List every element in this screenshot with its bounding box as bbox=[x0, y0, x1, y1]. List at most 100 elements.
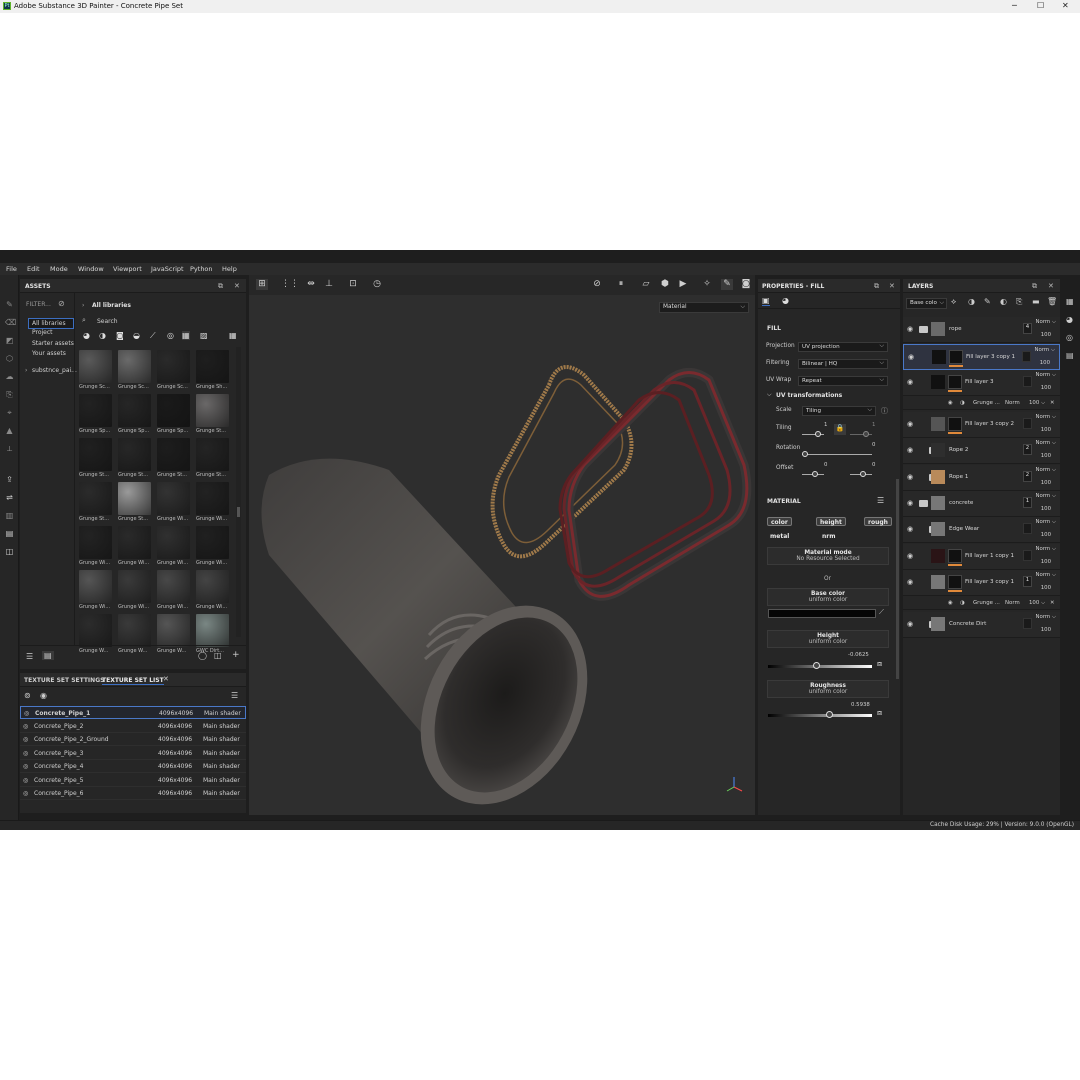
grid-view-icon[interactable]: ▦ bbox=[229, 331, 237, 340]
material-tab-icon[interactable]: ◕ bbox=[782, 296, 789, 305]
layer-opacity[interactable]: 100 bbox=[1040, 360, 1050, 366]
folder-icon[interactable] bbox=[919, 500, 928, 507]
library-all[interactable]: All libraries bbox=[28, 318, 74, 329]
filter-label[interactable]: FILTER... bbox=[26, 301, 51, 308]
layer-blend-mode[interactable]: Norm ⌵ bbox=[1035, 372, 1056, 379]
layer-visibility-icon[interactable]: ◉ bbox=[907, 499, 913, 507]
log-icon[interactable]: ▤ bbox=[1066, 351, 1074, 360]
add-fill-layer-icon[interactable]: ◐ bbox=[1000, 297, 1007, 306]
layer-visibility-icon[interactable]: ◉ bbox=[907, 525, 913, 533]
texture-set-visibility-icon[interactable]: ◎ bbox=[23, 723, 28, 730]
asset-thumbnail[interactable] bbox=[79, 526, 112, 559]
effect-sublayer-row[interactable]: ◉ ◑ Grunge ... Norm 100 ⌵ ✕ bbox=[903, 597, 1060, 610]
texture-set-visibility-icon[interactable]: ◎ bbox=[23, 763, 28, 770]
texture-set-row[interactable]: ◎ Concrete_Pipe_4 4096x4096 Main shader bbox=[20, 760, 246, 773]
asset-thumbnail[interactable] bbox=[157, 614, 190, 647]
folder-icon[interactable] bbox=[919, 326, 928, 333]
height-slider[interactable] bbox=[768, 662, 872, 669]
layer-blend-mode[interactable]: Norm ⌵ bbox=[1035, 546, 1056, 553]
shader-settings-icon[interactable]: ◕ bbox=[1066, 315, 1073, 324]
paint-mode-icon[interactable]: ✎ bbox=[721, 279, 733, 290]
shelf-view-icon[interactable]: ▤ bbox=[42, 651, 54, 660]
filter-filter-icon[interactable]: ◒ bbox=[133, 331, 140, 340]
symmetry-icon[interactable]: ⇹ bbox=[305, 279, 317, 290]
menu-file[interactable]: File bbox=[6, 265, 17, 273]
roughness-link-icon[interactable]: ⧈ bbox=[877, 708, 882, 718]
asset-thumbnail[interactable] bbox=[79, 394, 112, 427]
layer-row[interactable]: ◉ Fill layer 3 copy 2 Norm ⌵ 100 bbox=[903, 412, 1060, 438]
asset-thumbnail[interactable] bbox=[118, 570, 151, 603]
texture-set-row[interactable]: ◎ Concrete_Pipe_6 4096x4096 Main shader bbox=[20, 787, 246, 800]
effect-sublayer-row[interactable]: ◉ ◑ Grunge ... Norm 100 ⌵ ✕ bbox=[903, 397, 1060, 410]
pause-icon[interactable]: ⏸ bbox=[615, 279, 627, 290]
projection-icon[interactable]: ◩ bbox=[5, 336, 14, 345]
layer-row[interactable]: ◉ Edge Wear Norm ⌵ 100 bbox=[903, 517, 1060, 543]
tiling-slider-x[interactable] bbox=[802, 431, 824, 437]
texture-set-visibility-icon[interactable]: ◎ bbox=[23, 750, 28, 757]
float-properties-icon[interactable]: ⧉ bbox=[874, 282, 879, 291]
add-asset-icon[interactable]: + bbox=[232, 650, 240, 660]
layer-visibility-icon[interactable]: ◉ bbox=[907, 325, 913, 333]
layer-extra-slot[interactable] bbox=[1023, 550, 1032, 561]
bake-icon[interactable]: ⇌ bbox=[5, 493, 14, 502]
library-your-assets[interactable]: Your assets bbox=[32, 350, 66, 357]
layer-opacity[interactable]: 100 bbox=[1041, 480, 1051, 486]
asset-thumbnail[interactable] bbox=[157, 350, 190, 383]
layer-blend-mode[interactable]: Norm ⌵ bbox=[1035, 440, 1056, 447]
history-icon[interactable]: ▥ bbox=[5, 511, 14, 520]
paint-brush-icon[interactable]: ✎ bbox=[5, 300, 14, 309]
channel-height[interactable]: height bbox=[816, 517, 846, 526]
asset-thumbnail[interactable] bbox=[118, 614, 151, 647]
asset-thumbnail[interactable] bbox=[157, 570, 190, 603]
eraser-icon[interactable]: ⌫ bbox=[5, 318, 16, 327]
clone-icon[interactable]: ⎘ bbox=[5, 390, 14, 399]
rotation-slider[interactable] bbox=[802, 451, 872, 457]
layer-visibility-icon[interactable]: ◉ bbox=[907, 446, 913, 454]
float-panel-icon[interactable]: ⧉ bbox=[218, 282, 223, 291]
add-folder-icon[interactable]: ▬ bbox=[1032, 297, 1040, 306]
layer-extra-slot[interactable] bbox=[1023, 376, 1032, 387]
base-color-box[interactable]: Base color uniform color bbox=[767, 588, 889, 606]
asset-thumbnail[interactable] bbox=[196, 350, 229, 383]
layer-opacity[interactable]: 100 bbox=[1041, 559, 1051, 565]
close-properties-icon[interactable]: ✕ bbox=[889, 282, 895, 290]
layer-visibility-icon[interactable]: ◉ bbox=[907, 473, 913, 481]
layer-blend-mode[interactable]: Norm ⌵ bbox=[1034, 347, 1055, 354]
close-tab-icon[interactable]: ✕ bbox=[163, 675, 169, 683]
texture-set-row[interactable]: ◎ Concrete_Pipe_5 4096x4096 Main shader bbox=[20, 774, 246, 787]
info-icon[interactable]: ⓘ bbox=[881, 406, 888, 416]
viewport-3d[interactable]: ⊞ ⋮⋮ ⇹ ⊥ ⊡ ◷ ⊘ ⏸ ▱ ⬢ ▶ ✧ ✎ ◙ Material ⌵ bbox=[249, 275, 755, 815]
add-paint-layer-icon[interactable]: ✎ bbox=[984, 297, 991, 306]
texture-set-visibility-icon[interactable]: ◎ bbox=[23, 777, 28, 784]
menu-javascript[interactable]: JavaScript bbox=[151, 265, 184, 273]
asset-thumbnail[interactable] bbox=[118, 350, 151, 383]
offset-slider-x[interactable] bbox=[802, 471, 824, 477]
layer-visibility-icon[interactable]: ◉ bbox=[907, 378, 913, 386]
layer-row[interactable]: ◉ Fill layer 1 copy 1 Norm ⌵ 100 bbox=[903, 544, 1060, 570]
asset-thumbnail[interactable] bbox=[118, 482, 151, 515]
maximize-button[interactable]: ☐ bbox=[1037, 1, 1044, 10]
menu-edit[interactable]: Edit bbox=[27, 265, 40, 273]
layer-row[interactable]: ◉ Rope 2 2 Norm ⌵ 100 bbox=[903, 438, 1060, 464]
frame-icon[interactable]: ⊡ bbox=[347, 279, 359, 290]
texture-set-row[interactable]: ◎ Concrete_Pipe_2_Ground 4096x4096 Main sha… bbox=[20, 733, 246, 746]
learn-icon[interactable]: ◫ bbox=[5, 547, 14, 556]
layer-extra-slot[interactable] bbox=[1022, 351, 1031, 362]
asset-thumbnail[interactable] bbox=[196, 526, 229, 559]
expand-chevron-icon[interactable]: › bbox=[25, 367, 27, 374]
asset-thumbnail[interactable] bbox=[118, 526, 151, 559]
delete-layer-icon[interactable]: 🗑 bbox=[1047, 297, 1057, 306]
layer-opacity[interactable]: 100 bbox=[1041, 627, 1051, 633]
measure-icon[interactable]: ⟂ bbox=[5, 444, 14, 453]
light-icon[interactable]: ✧ bbox=[701, 279, 713, 290]
asset-thumbnail[interactable] bbox=[157, 526, 190, 559]
layer-blend-mode[interactable]: Norm ⌵ bbox=[1035, 519, 1056, 526]
duplicate-layer-icon[interactable]: ⎘ bbox=[1016, 297, 1022, 307]
height-link-icon[interactable]: ⧈ bbox=[877, 659, 882, 669]
smudge-icon[interactable]: ☁ bbox=[5, 372, 14, 381]
height-box[interactable]: Height uniform color bbox=[767, 630, 889, 648]
lock-ratio-icon[interactable]: 🔒 bbox=[834, 424, 846, 435]
layer-opacity[interactable]: 100 bbox=[1041, 585, 1051, 591]
projection-select[interactable]: UV projection bbox=[798, 342, 888, 352]
refresh-icon[interactable]: ◯ bbox=[198, 651, 207, 660]
